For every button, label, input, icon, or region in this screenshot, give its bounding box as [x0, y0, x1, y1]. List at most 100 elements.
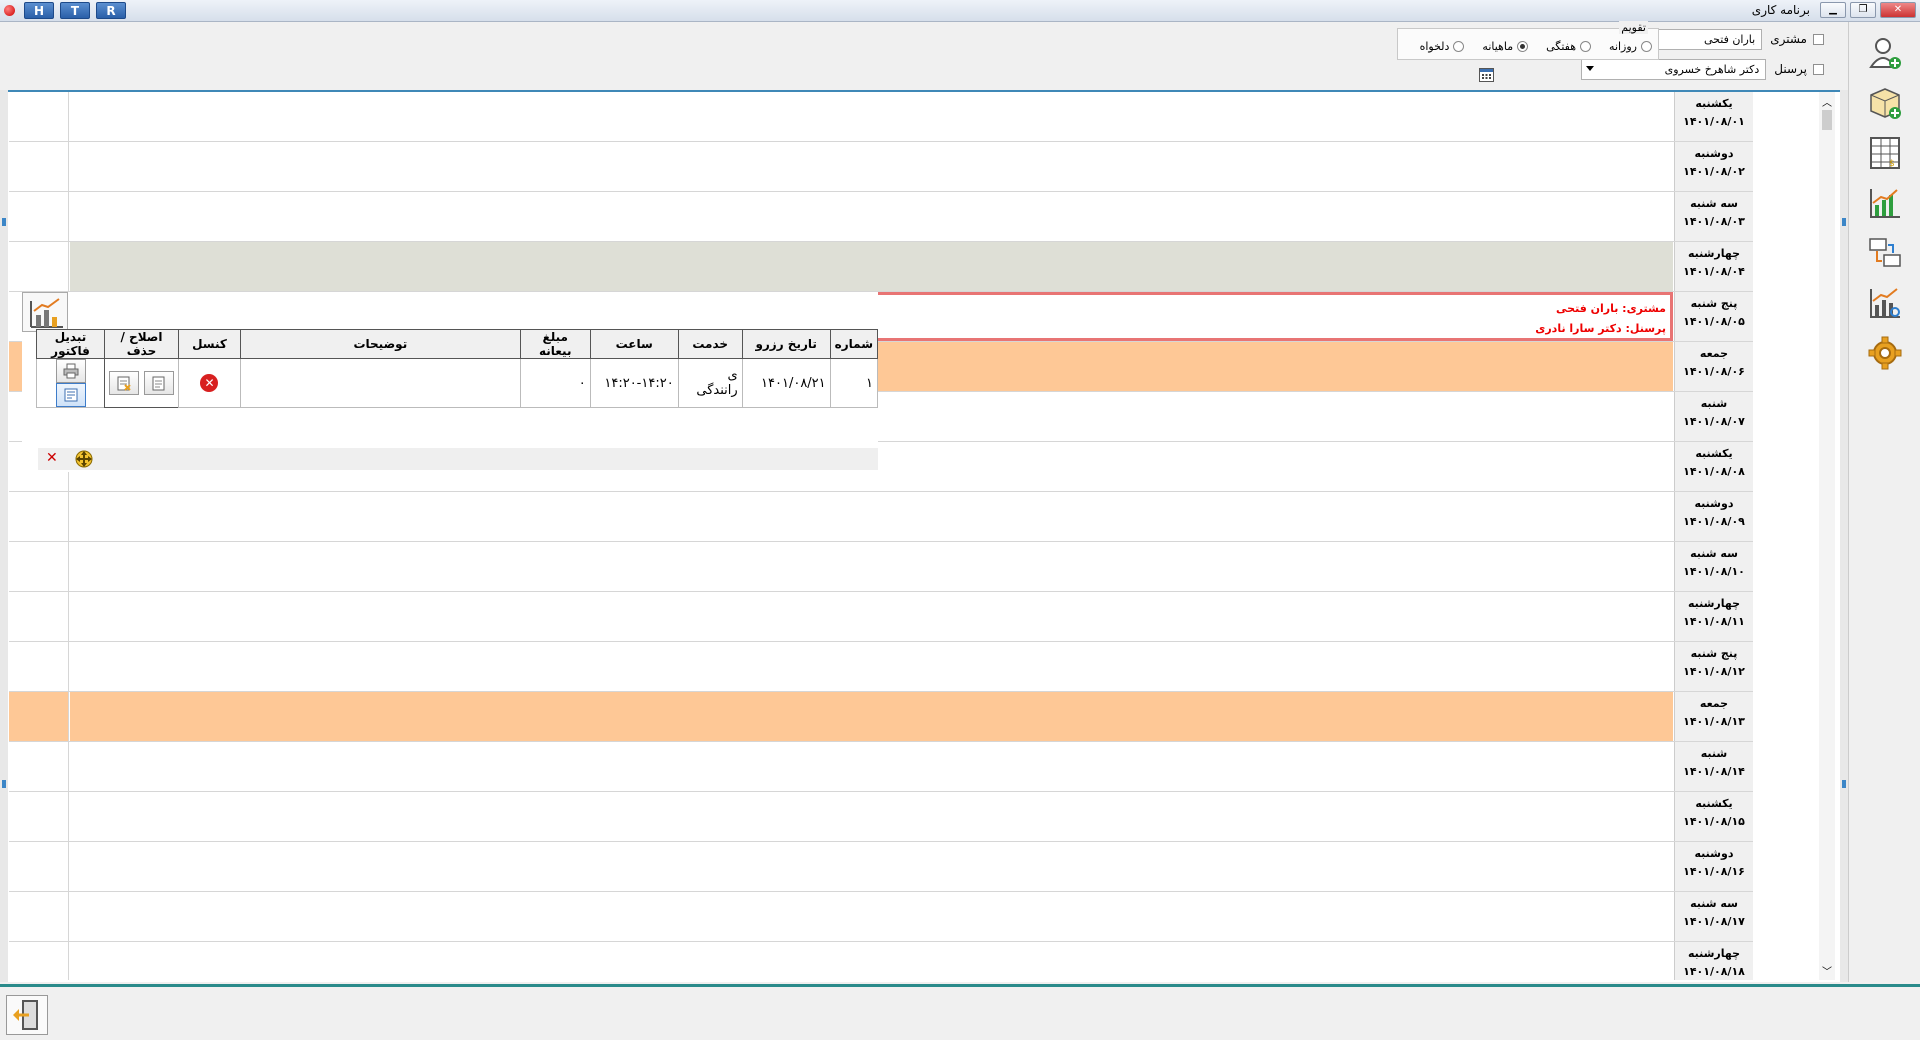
close-popup-icon[interactable]: ✕	[46, 450, 58, 466]
day-row[interactable]: جمعه ۱۴۰۱/۰۸/۱۳	[9, 692, 1753, 742]
r-button[interactable]: R	[96, 2, 126, 19]
day-left-cell[interactable]	[9, 242, 69, 291]
analytics-icon[interactable]	[1864, 282, 1906, 324]
add-user-icon[interactable]	[1864, 32, 1906, 74]
day-row[interactable]: شنبه ۱۴۰۱/۰۸/۱۴	[9, 742, 1753, 792]
day-left-cell[interactable]	[9, 892, 69, 941]
day-grid: یکشنبه ۱۴۰۱/۰۸/۰۱ دوشنبه ۱۴۰۱/۰۸/۰۲ سه شنبه ۱…	[9, 92, 1753, 980]
print-icon[interactable]	[55, 359, 86, 383]
delete-icon[interactable]	[109, 371, 140, 395]
scroll-down-icon[interactable]: ﹀	[1822, 963, 1832, 978]
day-left-cell[interactable]	[9, 542, 69, 591]
radio-weekly[interactable]: هفتگی	[1546, 40, 1592, 53]
day-left-cell[interactable]	[9, 642, 69, 691]
h-button[interactable]: H	[24, 2, 54, 19]
day-row[interactable]: چهارشنبه ۱۴۰۱/۰۸/۱۱	[9, 592, 1753, 642]
day-content[interactable]	[70, 542, 1673, 591]
calendar-picker-icon[interactable]	[1479, 68, 1494, 82]
day-row[interactable]: سه شنبه ۱۴۰۱/۰۸/۰۳	[9, 192, 1753, 242]
price-table-icon[interactable]: $	[1864, 132, 1906, 174]
minimize-button[interactable]: ▁	[1820, 2, 1846, 18]
splitter-handle[interactable]	[1842, 780, 1846, 788]
radio-custom[interactable]: دلخواه	[1420, 40, 1465, 53]
splitter-handle[interactable]	[2, 218, 6, 226]
cell-service: ی رانندگی	[677, 358, 743, 408]
right-splitter[interactable]	[1840, 90, 1848, 982]
day-left-cell[interactable]	[9, 692, 69, 741]
day-left-cell[interactable]	[9, 942, 69, 980]
close-button[interactable]: ✕	[1880, 2, 1916, 18]
window-title: برنامه کاری	[1751, 3, 1810, 17]
day-left-cell[interactable]	[9, 142, 69, 191]
appointment-customer: مشتری: باران فتحی	[1556, 302, 1666, 315]
day-content[interactable]	[70, 92, 1673, 141]
transfer-icon[interactable]	[1864, 232, 1906, 274]
appointment-text[interactable]: مشتری: باران فتحی پرسنل: دکتر سارا نادری	[1535, 299, 1666, 339]
personnel-checkbox[interactable]	[1813, 63, 1824, 75]
day-row[interactable]: دوشنبه ۱۴۰۱/۰۸/۰۲	[9, 142, 1753, 192]
day-content[interactable]	[70, 642, 1673, 691]
day-content[interactable]	[70, 242, 1673, 291]
splitter-handle[interactable]	[1842, 218, 1846, 226]
calendar-legend: تقویم	[1619, 21, 1648, 34]
customer-checkbox[interactable]	[1813, 33, 1824, 45]
day-row[interactable]: یکشنبه ۱۴۰۱/۰۸/۰۱	[9, 92, 1753, 142]
personnel-dropdown[interactable]: دکتر شاهرخ خسروی	[1581, 58, 1767, 80]
convert-invoice-icon[interactable]	[55, 383, 86, 407]
personnel-label: پرسنل	[1774, 62, 1807, 76]
day-date: ۱۴۰۱/۰۸/۰۳	[1683, 215, 1745, 228]
day-row[interactable]: پنج شنبه ۱۴۰۱/۰۸/۱۲	[9, 642, 1753, 692]
day-content[interactable]	[70, 592, 1673, 641]
day-content[interactable]	[70, 192, 1673, 241]
splitter-handle[interactable]	[2, 780, 6, 788]
cancel-icon[interactable]: ✕	[200, 374, 219, 392]
day-date: ۱۴۰۱/۰۸/۱۰	[1683, 565, 1745, 578]
day-content[interactable]	[70, 692, 1673, 741]
day-content[interactable]	[70, 942, 1673, 980]
day-row[interactable]: سه شنبه ۱۴۰۱/۰۸/۱۷	[9, 892, 1753, 942]
app-dot-icon	[4, 5, 15, 16]
day-left-cell[interactable]	[9, 592, 69, 641]
chart-button[interactable]	[22, 292, 68, 332]
day-content[interactable]	[70, 492, 1673, 541]
vertical-scrollbar[interactable]: ︿ ﹀	[1819, 92, 1835, 980]
cell-description[interactable]	[239, 358, 521, 408]
left-splitter[interactable]	[0, 90, 8, 982]
exit-button[interactable]	[6, 995, 48, 1035]
day-left-cell[interactable]	[9, 492, 69, 541]
day-name: شنبه	[1700, 747, 1728, 760]
bar-chart-icon[interactable]	[1864, 182, 1906, 224]
day-left-cell[interactable]	[9, 192, 69, 241]
cell-time: ۱۴:۲۰-۱۴:۲۰	[589, 358, 679, 408]
day-content[interactable]	[70, 742, 1673, 791]
radio-daily[interactable]: روزانه	[1609, 40, 1652, 53]
scroll-thumb[interactable]	[1822, 110, 1832, 130]
settings-gear-icon[interactable]	[1864, 332, 1906, 374]
t-button[interactable]: T	[60, 2, 90, 19]
day-left-cell[interactable]	[9, 92, 69, 141]
day-left-cell[interactable]	[9, 842, 69, 891]
radio-label: روزانه	[1609, 40, 1637, 53]
day-row[interactable]: دوشنبه ۱۴۰۱/۰۸/۱۶	[9, 842, 1753, 892]
move-icon[interactable]	[74, 449, 94, 469]
day-content[interactable]	[70, 792, 1673, 841]
day-content[interactable]	[70, 142, 1673, 191]
day-row[interactable]: سه شنبه ۱۴۰۱/۰۸/۱۰	[9, 542, 1753, 592]
day-row[interactable]: یکشنبه ۱۴۰۱/۰۸/۱۵	[9, 792, 1753, 842]
restore-button[interactable]: ❐	[1850, 2, 1876, 18]
radio-monthly[interactable]: ماهیانه	[1482, 40, 1529, 53]
add-package-icon[interactable]	[1864, 82, 1906, 124]
scroll-up-icon[interactable]: ︿	[1822, 94, 1832, 109]
day-left-cell[interactable]	[9, 742, 69, 791]
edit-icon[interactable]	[143, 371, 174, 395]
day-content[interactable]	[70, 892, 1673, 941]
popup-drag-bar[interactable]: ✕	[38, 448, 878, 470]
table-row[interactable]: ۱ ۱۴۰۱/۰۸/۲۱ ی رانندگی ۱۴:۲۰-۱۴:۲۰ ۰ ✕	[35, 358, 879, 408]
day-content[interactable]	[70, 842, 1673, 891]
customer-dropdown-value: باران فتحی	[1704, 32, 1756, 46]
day-left-cell[interactable]	[9, 792, 69, 841]
header-number: شماره	[829, 329, 879, 359]
day-row[interactable]: دوشنبه ۱۴۰۱/۰۸/۰۹	[9, 492, 1753, 542]
day-row[interactable]: چهارشنبه ۱۴۰۱/۰۸/۰۴	[9, 242, 1753, 292]
day-row[interactable]: چهارشنبه ۱۴۰۱/۰۸/۱۸	[9, 942, 1753, 980]
